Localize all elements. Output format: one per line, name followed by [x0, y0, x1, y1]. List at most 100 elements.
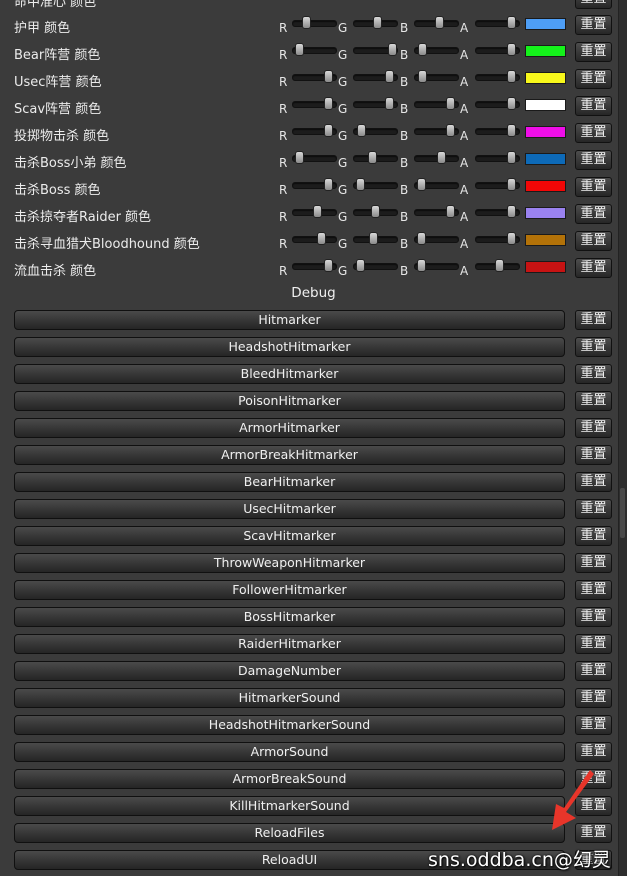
slider-r[interactable]	[292, 70, 337, 83]
slider-g[interactable]	[353, 43, 398, 56]
reset-button[interactable]: 重置	[575, 177, 612, 197]
slider-r[interactable]	[292, 259, 337, 272]
slider-thumb-a[interactable]	[507, 151, 516, 164]
slider-r[interactable]	[292, 124, 337, 137]
slider-thumb-g[interactable]	[385, 97, 394, 110]
slider-r[interactable]	[292, 178, 337, 191]
reset-button[interactable]: 重置	[575, 688, 612, 708]
debug-button[interactable]: RaiderHitmarker	[14, 634, 565, 654]
slider-a[interactable]	[475, 16, 520, 29]
slider-thumb-r[interactable]	[317, 232, 326, 245]
slider-b[interactable]	[414, 43, 459, 56]
debug-button[interactable]: BleedHitmarker	[14, 364, 565, 384]
debug-button[interactable]: ScavHitmarker	[14, 526, 565, 546]
slider-thumb-r[interactable]	[324, 70, 333, 83]
slider-thumb-b[interactable]	[437, 151, 446, 164]
slider-thumb-a[interactable]	[507, 16, 516, 29]
slider-b[interactable]	[414, 259, 459, 272]
slider-a[interactable]	[475, 232, 520, 245]
reset-button[interactable]: 重置	[575, 337, 612, 357]
debug-button[interactable]: ArmorBreakSound	[14, 769, 565, 789]
reset-button[interactable]: 重置	[575, 607, 612, 627]
reset-button[interactable]: 重置	[575, 742, 612, 762]
reset-button[interactable]: 重置	[575, 472, 612, 492]
slider-b[interactable]	[414, 70, 459, 83]
slider-thumb-a[interactable]	[507, 178, 516, 191]
debug-button[interactable]: BossHitmarker	[14, 607, 565, 627]
reset-button[interactable]: 重置	[575, 42, 612, 62]
slider-thumb-a[interactable]	[507, 43, 516, 56]
slider-b[interactable]	[414, 16, 459, 29]
slider-thumb-r[interactable]	[324, 97, 333, 110]
slider-thumb-b[interactable]	[418, 43, 427, 56]
slider-b[interactable]	[414, 205, 459, 218]
slider-thumb-a[interactable]	[507, 97, 516, 110]
slider-r[interactable]	[292, 232, 337, 245]
slider-thumb-a[interactable]	[495, 259, 504, 272]
reset-button[interactable]: 重置	[575, 96, 612, 116]
slider-thumb-g[interactable]	[357, 124, 366, 137]
slider-g[interactable]	[353, 259, 398, 272]
slider-thumb-b[interactable]	[446, 124, 455, 137]
slider-thumb-g[interactable]	[356, 259, 365, 272]
slider-thumb-b[interactable]	[417, 232, 426, 245]
reset-button[interactable]: 重置	[575, 231, 612, 251]
slider-thumb-g[interactable]	[373, 16, 382, 29]
reset-button[interactable]: 重置	[575, 715, 612, 735]
debug-button[interactable]: ArmorHitmarker	[14, 418, 565, 438]
slider-a[interactable]	[475, 259, 520, 272]
slider-a[interactable]	[475, 43, 520, 56]
slider-thumb-b[interactable]	[446, 97, 455, 110]
slider-thumb-g[interactable]	[385, 70, 394, 83]
slider-thumb-a[interactable]	[507, 124, 516, 137]
scrollbar-thumb[interactable]	[620, 488, 625, 538]
reset-button[interactable]: 重置	[575, 553, 612, 573]
reset-button[interactable]: 重置	[575, 258, 612, 278]
slider-b[interactable]	[414, 97, 459, 110]
reset-button[interactable]: 重置	[575, 580, 612, 600]
slider-thumb-g[interactable]	[371, 205, 380, 218]
slider-thumb-r[interactable]	[313, 205, 322, 218]
scrollbar-track[interactable]	[618, 0, 627, 876]
reset-button[interactable]: 重置	[575, 150, 612, 170]
debug-button[interactable]: DamageNumber	[14, 661, 565, 681]
debug-button[interactable]: Hitmarker	[14, 310, 565, 330]
slider-r[interactable]	[292, 97, 337, 110]
debug-button[interactable]: ArmorSound	[14, 742, 565, 762]
slider-thumb-r[interactable]	[324, 259, 333, 272]
slider-a[interactable]	[475, 178, 520, 191]
slider-b[interactable]	[414, 124, 459, 137]
slider-thumb-a[interactable]	[507, 205, 516, 218]
debug-button[interactable]: ArmorBreakHitmarker	[14, 445, 565, 465]
slider-a[interactable]	[475, 97, 520, 110]
slider-thumb-g[interactable]	[388, 43, 397, 56]
slider-r[interactable]	[292, 151, 337, 164]
slider-g[interactable]	[353, 124, 398, 137]
slider-thumb-a[interactable]	[507, 232, 516, 245]
reset-button[interactable]: 重置	[575, 418, 612, 438]
reset-button[interactable]: 重置	[575, 499, 612, 519]
reset-button[interactable]: 重置	[575, 634, 612, 654]
slider-thumb-g[interactable]	[369, 232, 378, 245]
debug-button[interactable]: HitmarkerSound	[14, 688, 565, 708]
reset-button[interactable]: 重置	[575, 0, 612, 9]
debug-button[interactable]: FollowerHitmarker	[14, 580, 565, 600]
slider-r[interactable]	[292, 16, 337, 29]
slider-thumb-g[interactable]	[356, 178, 365, 191]
reset-button[interactable]: 重置	[575, 123, 612, 143]
slider-a[interactable]	[475, 151, 520, 164]
slider-g[interactable]	[353, 70, 398, 83]
reset-button[interactable]: 重置	[575, 445, 612, 465]
slider-thumb-r[interactable]	[324, 178, 333, 191]
debug-button[interactable]: ThrowWeaponHitmarker	[14, 553, 565, 573]
slider-thumb-b[interactable]	[418, 70, 427, 83]
slider-g[interactable]	[353, 97, 398, 110]
reset-button[interactable]: 重置	[575, 661, 612, 681]
slider-b[interactable]	[414, 151, 459, 164]
slider-r[interactable]	[292, 205, 337, 218]
slider-g[interactable]	[353, 232, 398, 245]
reset-button[interactable]: 重置	[575, 364, 612, 384]
slider-thumb-b[interactable]	[417, 259, 426, 272]
reset-button[interactable]: 重置	[575, 391, 612, 411]
slider-thumb-r[interactable]	[324, 124, 333, 137]
